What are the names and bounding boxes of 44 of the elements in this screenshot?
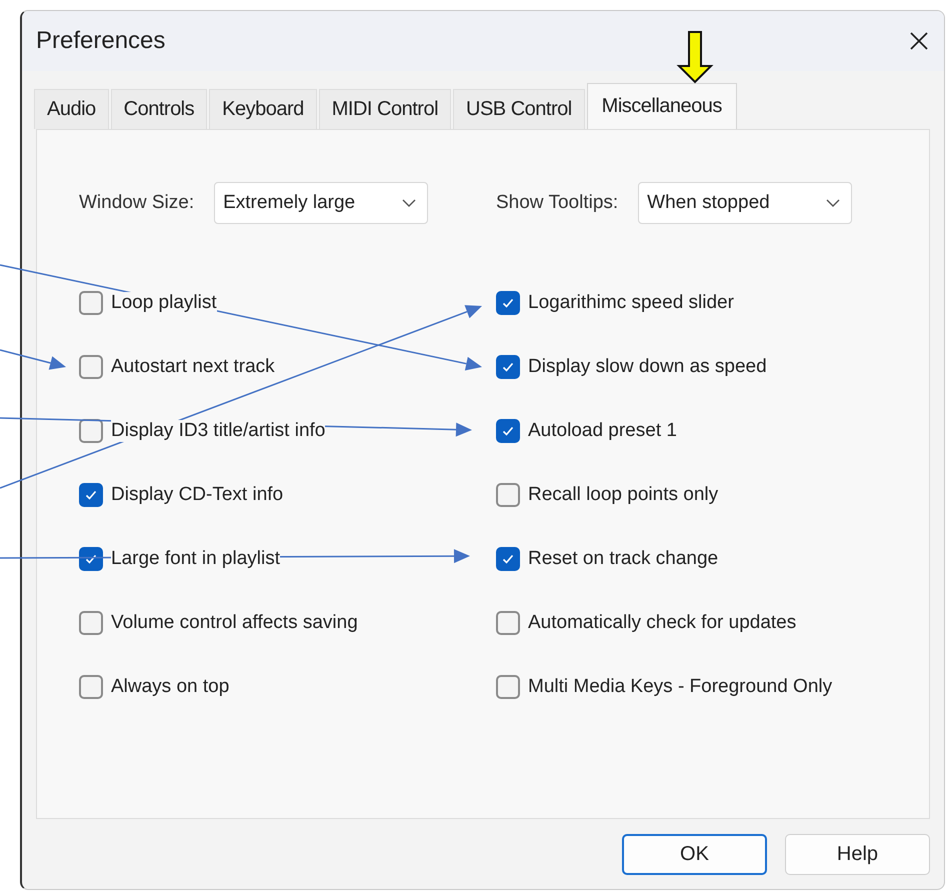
- tab[interactable]: Controls: [110, 89, 208, 129]
- tab[interactable]: Keyboard: [209, 89, 317, 129]
- checkbox[interactable]: [79, 418, 103, 442]
- checkbox-label: Automatically check for updates: [528, 612, 796, 634]
- checkbox[interactable]: [79, 674, 103, 698]
- checkbox-label: Multi Media Keys - Foreground Only: [528, 676, 832, 698]
- dialog-button[interactable]: Help: [785, 834, 930, 874]
- dropdown-label: Show Tooltips:: [496, 192, 618, 214]
- chevron-icon: [401, 198, 418, 208]
- checkbox[interactable]: [496, 674, 520, 698]
- tab[interactable]: USB Control: [453, 89, 585, 129]
- dropdown[interactable]: Extremely large: [214, 182, 428, 224]
- checkbox[interactable]: [496, 354, 520, 378]
- checkbox-label: Volume control affects saving: [111, 612, 358, 634]
- checkbox[interactable]: [496, 610, 520, 634]
- checkbox-label: Reset on track change: [528, 548, 718, 570]
- checkbox-label: Display slow down as speed: [528, 356, 767, 378]
- window-title: Preferences: [36, 27, 166, 55]
- checkbox[interactable]: [496, 418, 520, 442]
- checkbox-label: Logarithimc speed slider: [528, 292, 734, 314]
- down-arrow-icon: [676, 31, 714, 84]
- checkbox-label: Autoload preset 1: [528, 420, 677, 442]
- checkbox-label: Recall loop points only: [528, 484, 718, 506]
- checkbox[interactable]: [496, 482, 520, 506]
- checkbox[interactable]: [79, 546, 103, 570]
- checkbox-label: Loop playlist: [111, 292, 217, 314]
- checkbox-label: Display CD-Text info: [111, 484, 284, 506]
- chevron-icon: [825, 198, 842, 208]
- tab[interactable]: Miscellaneous: [586, 83, 737, 129]
- checkbox[interactable]: [79, 354, 103, 378]
- tab[interactable]: Audio: [34, 89, 109, 129]
- dropdown[interactable]: When stopped: [638, 182, 852, 224]
- tab[interactable]: MIDI Control: [318, 89, 452, 129]
- checkbox-label: Large font in playlist: [111, 548, 280, 570]
- checkbox[interactable]: [496, 290, 520, 314]
- dialog-button[interactable]: OK: [622, 834, 767, 874]
- checkbox[interactable]: [79, 482, 103, 506]
- checkbox-label: Always on top: [111, 676, 230, 698]
- checkbox-label: Display ID3 title/artist info: [111, 420, 326, 442]
- checkbox[interactable]: [496, 546, 520, 570]
- close-icon[interactable]: [908, 30, 930, 52]
- checkbox[interactable]: [79, 290, 103, 314]
- dropdown-label: Window Size:: [79, 192, 194, 214]
- checkbox[interactable]: [79, 610, 103, 634]
